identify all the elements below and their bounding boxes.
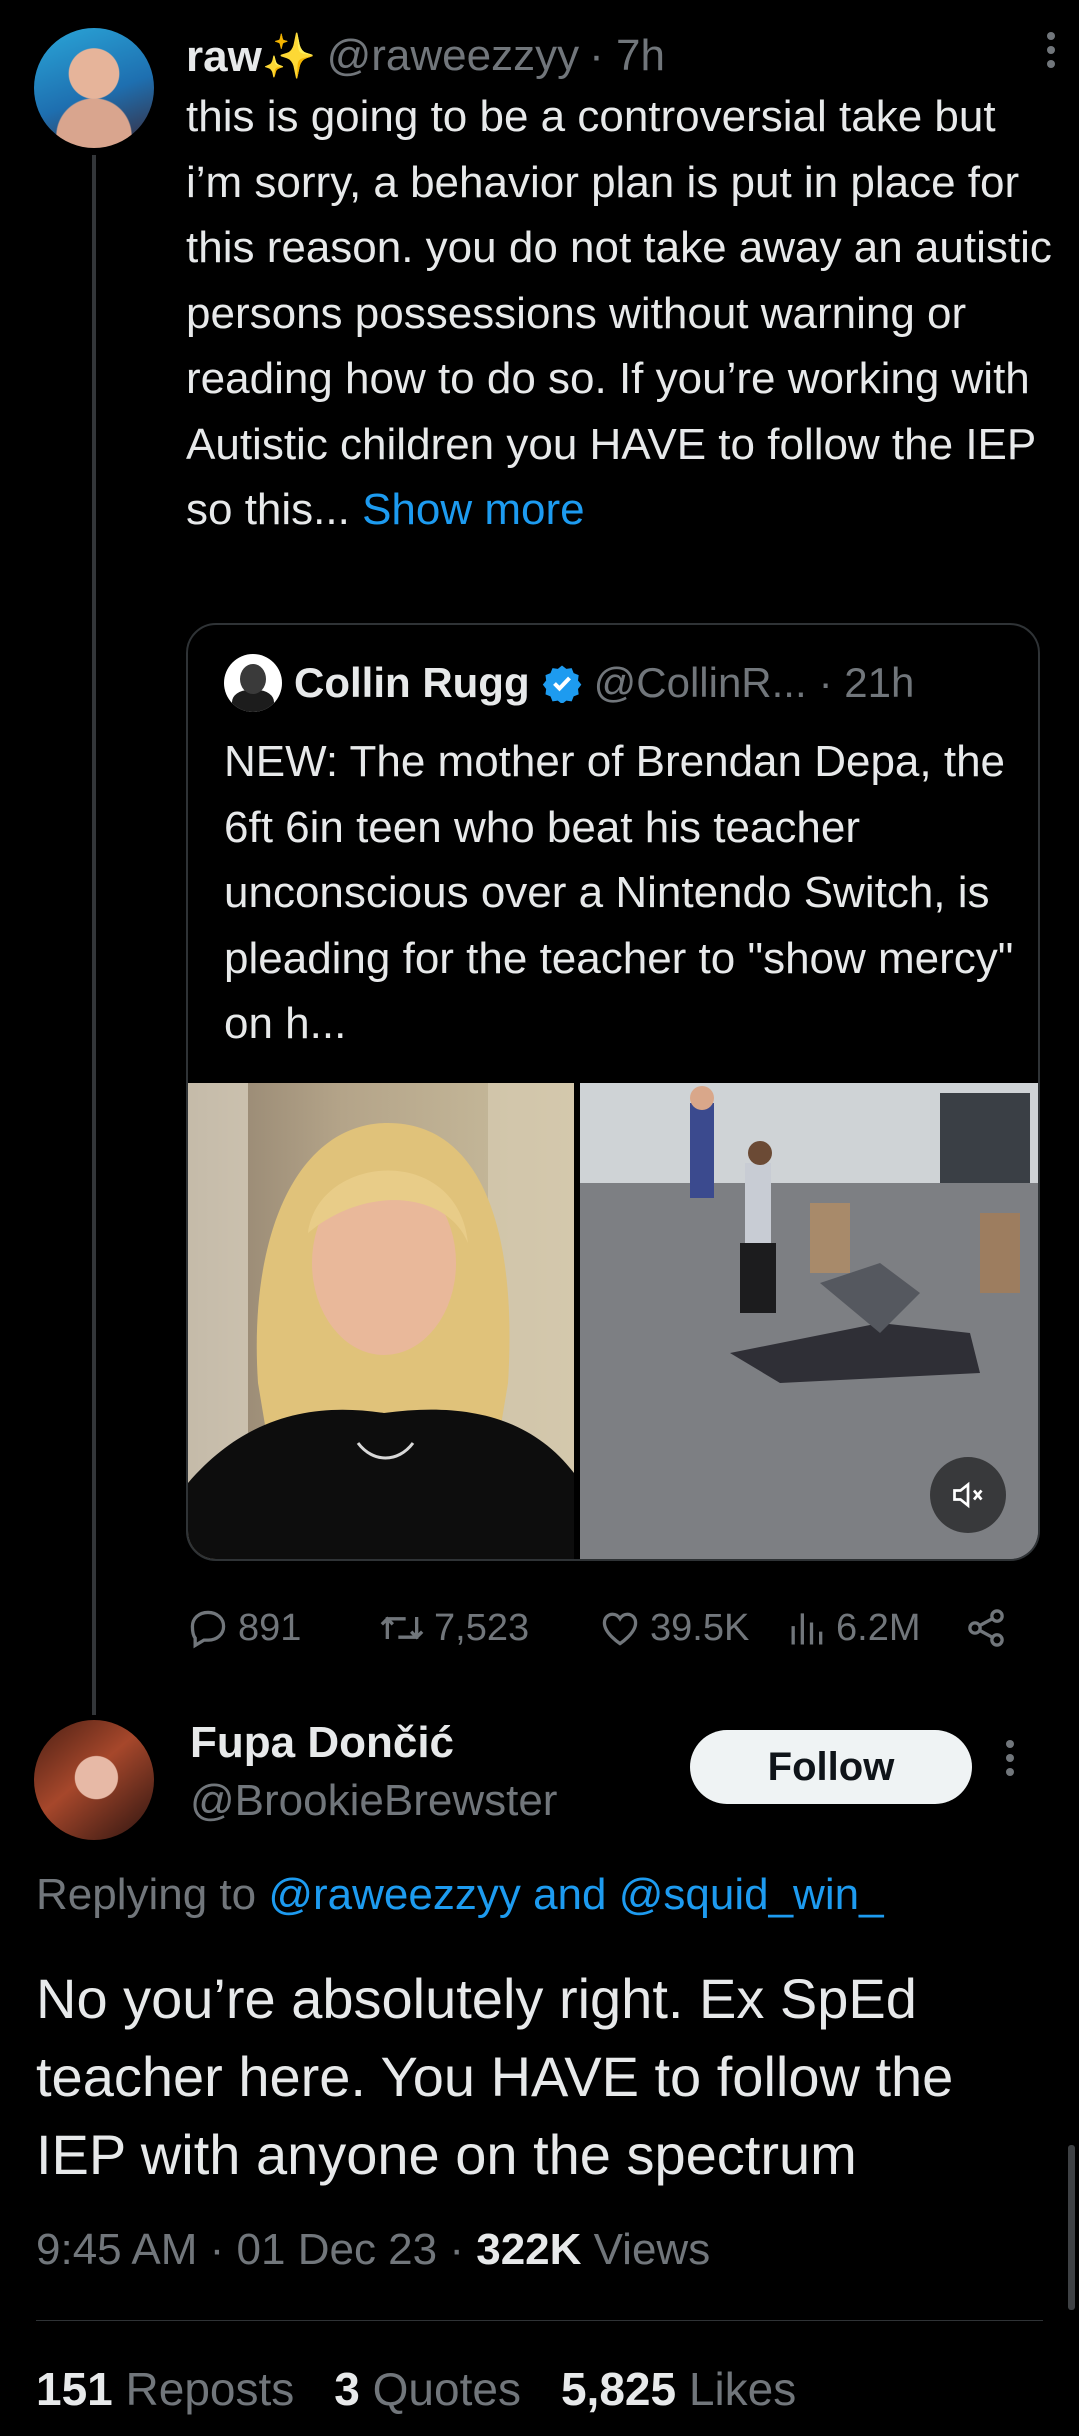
reposts-stat[interactable]: 151 Reposts xyxy=(36,2362,294,2416)
more-vertical-icon[interactable] xyxy=(1045,28,1057,84)
tweet-header: raw✨ @raweezzyy · 7h xyxy=(186,28,665,84)
more-vertical-icon[interactable] xyxy=(1004,1738,1016,1789)
quotes-stat[interactable]: 3 Quotes xyxy=(334,2362,521,2416)
share-button[interactable] xyxy=(964,1606,1008,1650)
like-count: 39.5K xyxy=(650,1606,750,1649)
likes-count: 5,825 xyxy=(560,2363,677,2415)
thread-connector-line xyxy=(92,155,96,1715)
replying-prefix: Replying to xyxy=(36,1870,269,1919)
author-handle[interactable]: @raweezzyy xyxy=(327,31,580,81)
reply-metadata: 9:45 AM · 01 Dec 23 · 322K Views xyxy=(36,2225,710,2275)
verified-badge-icon xyxy=(542,665,581,703)
tweet-action-bar: 891 7,523 39.5K 6.2M xyxy=(186,1600,1016,1656)
divider xyxy=(36,2320,1043,2321)
reposts-count: 151 xyxy=(36,2363,113,2415)
quote-video[interactable] xyxy=(188,1083,1038,1559)
reply-button[interactable]: 891 xyxy=(186,1606,378,1650)
volume-mute-icon[interactable] xyxy=(930,1457,1006,1533)
tweet-time[interactable]: · 7h xyxy=(589,31,665,81)
repost-icon xyxy=(380,1616,424,1640)
repost-count: 7,523 xyxy=(434,1606,530,1649)
share-icon xyxy=(968,1609,1004,1647)
quote-header: Collin Rugg @CollinR... · 21h xyxy=(224,654,915,712)
quote-time: · 21h xyxy=(818,659,915,706)
follow-button[interactable]: Follow xyxy=(690,1730,972,1804)
views-chart-icon xyxy=(791,1613,823,1645)
repost-button[interactable]: 7,523 xyxy=(378,1606,598,1650)
quote-author-name: Collin Rugg xyxy=(294,659,530,706)
reply-author-name[interactable]: Fupa Dončić xyxy=(190,1718,454,1768)
video-frame-cctv xyxy=(580,1083,1038,1559)
quotes-label: Quotes xyxy=(359,2363,521,2415)
views-count: 6.2M xyxy=(836,1606,921,1649)
reply-views-count: 322K xyxy=(476,2225,582,2274)
author-name[interactable]: raw✨ xyxy=(186,30,317,82)
like-button[interactable]: 39.5K xyxy=(598,1606,784,1650)
reply-text: No you’re absolutely right. Ex SpEd teac… xyxy=(36,1967,954,2186)
video-frame-interview xyxy=(188,1083,574,1559)
reply-timestamp[interactable]: 9:45 AM · 01 Dec 23 · xyxy=(36,2225,476,2274)
reply-count: 891 xyxy=(238,1606,302,1649)
views-button[interactable]: 6.2M xyxy=(784,1606,964,1650)
quoted-tweet-card[interactable]: Collin Rugg @CollinR... · 21h NEW: The m… xyxy=(186,623,1040,1561)
avatar[interactable] xyxy=(34,1720,154,1840)
reposts-label: Reposts xyxy=(112,2363,295,2415)
tweet-text: this is going to be a controversial take… xyxy=(186,84,1058,543)
scrollbar[interactable] xyxy=(1068,2145,1075,2310)
show-more-link[interactable]: Show more xyxy=(362,485,585,534)
tweet-body: this is going to be a controversial take… xyxy=(186,92,1052,534)
engagement-stats: 151 Reposts 3 Quotes 5,825 Likes xyxy=(36,2362,796,2416)
reply-author-handle[interactable]: @BrookieBrewster xyxy=(190,1776,557,1826)
avatar[interactable] xyxy=(34,28,154,148)
quote-text: NEW: The mother of Brendan Depa, the 6ft… xyxy=(224,737,1014,1048)
heart-icon xyxy=(602,1612,638,1646)
likes-stat[interactable]: 5,825 Likes xyxy=(561,2362,796,2416)
replying-to: Replying to @raweezzyy and @squid_win_ xyxy=(36,1870,884,1920)
reply-views-label: Views xyxy=(581,2225,711,2274)
quote-avatar xyxy=(224,654,282,712)
quotes-count: 3 xyxy=(334,2363,360,2415)
likes-label: Likes xyxy=(676,2363,797,2415)
reply-icon xyxy=(190,1610,226,1649)
replying-to-links[interactable]: @raweezzyy and @squid_win_ xyxy=(268,1870,883,1919)
quote-author-handle: @CollinR... xyxy=(593,659,807,706)
